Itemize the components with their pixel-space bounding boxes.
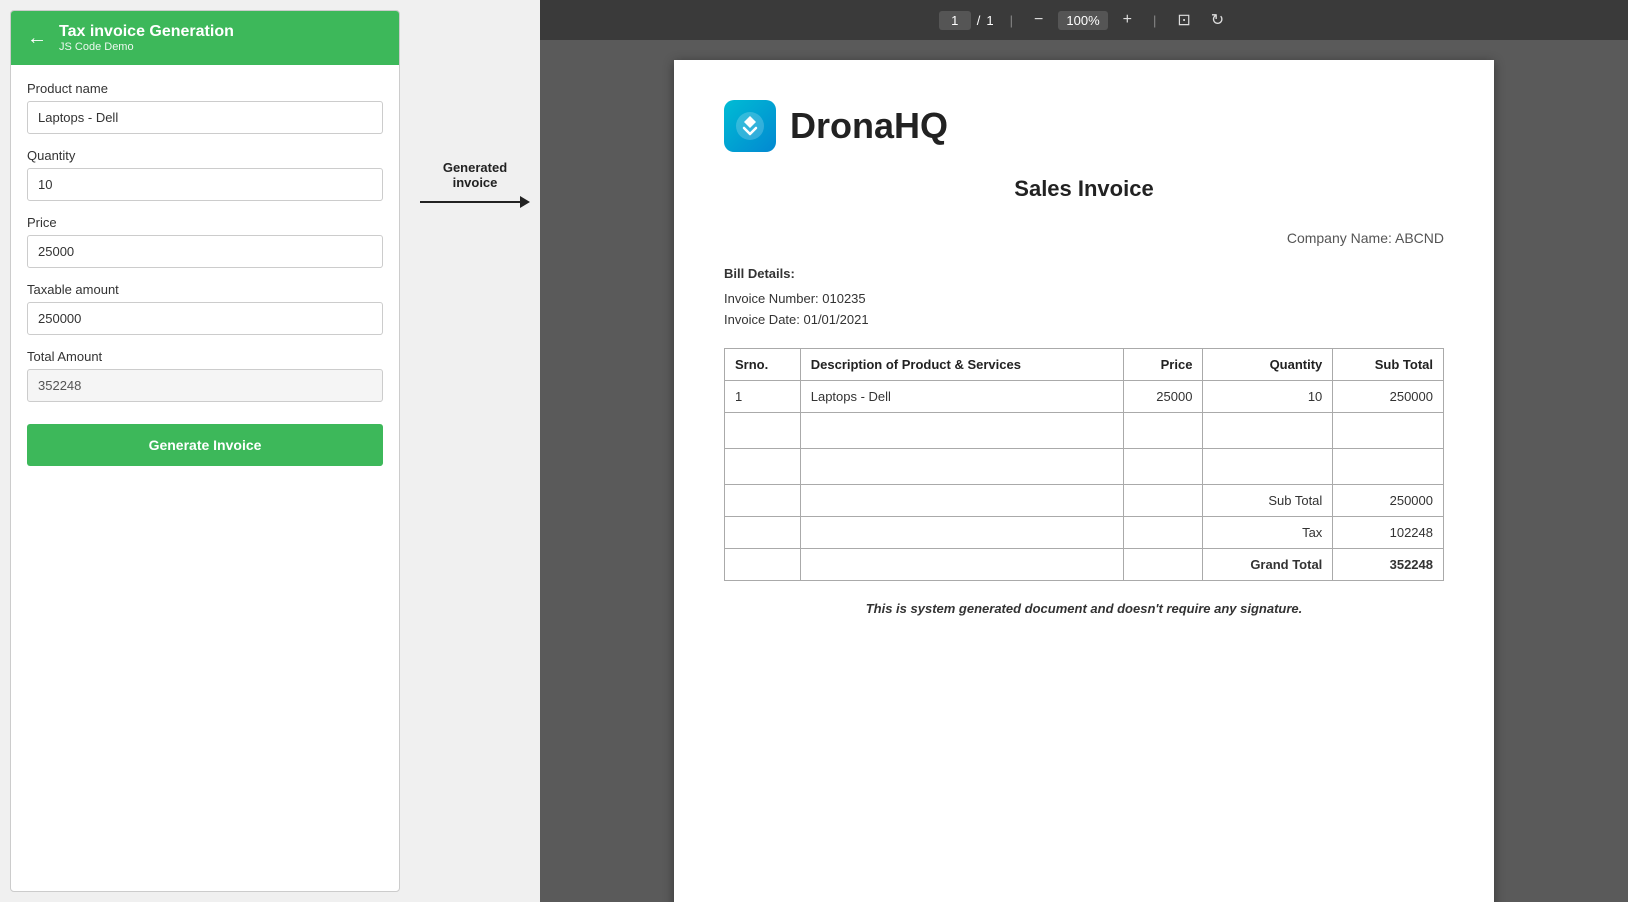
cell-srno: 1 — [725, 381, 801, 413]
empty-cell — [725, 449, 801, 485]
product-name-input[interactable] — [27, 101, 383, 134]
total-amount-label: Total Amount — [27, 349, 383, 364]
pdf-refresh-button[interactable]: ↻ — [1206, 8, 1229, 32]
company-logo — [724, 100, 776, 152]
empty-cell — [1333, 413, 1444, 449]
quantity-input[interactable] — [27, 168, 383, 201]
empty-cell — [725, 517, 801, 549]
arrow-shaft — [420, 201, 520, 203]
pdf-zoom-out-button[interactable]: − — [1029, 9, 1048, 31]
empty-cell — [1203, 413, 1333, 449]
company-name: DronaHQ — [790, 105, 948, 147]
pdf-zoom-display: 100% — [1058, 11, 1107, 30]
panel-header: ← Tax invoice Generation JS Code Demo — [11, 11, 399, 65]
taxable-amount-input[interactable] — [27, 302, 383, 335]
cell-price: 25000 — [1123, 381, 1203, 413]
price-field-group: Price — [27, 215, 383, 268]
generated-invoice-arrow: Generated invoice — [410, 160, 540, 208]
table-row-empty-2 — [725, 449, 1444, 485]
quantity-field-group: Quantity — [27, 148, 383, 201]
invoice-header: DronaHQ — [724, 100, 1444, 152]
col-description: Description of Product & Services — [800, 349, 1123, 381]
taxable-amount-label: Taxable amount — [27, 282, 383, 297]
pdf-fullscreen-button[interactable]: ⊡ — [1172, 8, 1195, 32]
pdf-toolbar: / 1 | − 100% + | ⊡ ↻ — [540, 0, 1628, 40]
empty-cell — [1333, 449, 1444, 485]
pdf-zoom-in-button[interactable]: + — [1118, 9, 1137, 31]
product-name-field-group: Product name — [27, 81, 383, 134]
pdf-content-area: DronaHQ Sales Invoice Company Name: ABCN… — [540, 40, 1628, 902]
cell-quantity: 10 — [1203, 381, 1333, 413]
invoice-number: Invoice Number: 010235 — [724, 289, 1444, 310]
bill-details: Bill Details: Invoice Number: 010235 Inv… — [724, 264, 1444, 330]
empty-cell — [725, 549, 801, 581]
invoice-table: Srno. Description of Product & Services … — [724, 348, 1444, 581]
summary-row-subtotal: Sub Total 250000 — [725, 485, 1444, 517]
pdf-page-controls: / 1 — [939, 11, 994, 30]
invoice-company-name: Company Name: ABCND — [724, 230, 1444, 246]
header-title: Tax invoice Generation — [59, 23, 234, 41]
header-subtitle: JS Code Demo — [59, 41, 234, 53]
panel-body: Product name Quantity Price Taxable amou… — [11, 65, 399, 891]
empty-cell — [725, 485, 801, 517]
pdf-separator-2: | — [1153, 13, 1156, 28]
left-panel: ← Tax invoice Generation JS Code Demo Pr… — [10, 10, 400, 892]
price-input[interactable] — [27, 235, 383, 268]
arrow-head — [520, 196, 530, 208]
quantity-label: Quantity — [27, 148, 383, 163]
system-note: This is system generated document and do… — [724, 601, 1444, 616]
empty-cell — [1123, 549, 1203, 581]
pdf-viewer-panel: / 1 | − 100% + | ⊡ ↻ DronaHQ — [540, 0, 1628, 902]
summary-grandtotal-value: 352248 — [1333, 549, 1444, 581]
summary-tax-value: 102248 — [1333, 517, 1444, 549]
summary-tax-label: Tax — [1203, 517, 1333, 549]
summary-subtotal-value: 250000 — [1333, 485, 1444, 517]
empty-cell — [800, 549, 1123, 581]
empty-cell — [800, 449, 1123, 485]
pdf-separator-1: | — [1010, 13, 1013, 28]
empty-cell — [1123, 517, 1203, 549]
bill-details-title: Bill Details: — [724, 264, 1444, 285]
cell-description: Laptops - Dell — [800, 381, 1123, 413]
back-button[interactable]: ← — [27, 27, 47, 50]
empty-cell — [1203, 449, 1333, 485]
pdf-page: DronaHQ Sales Invoice Company Name: ABCN… — [674, 60, 1494, 902]
pdf-page-total: 1 — [986, 13, 993, 28]
empty-cell — [800, 517, 1123, 549]
pdf-page-separator: / — [977, 13, 981, 28]
summary-subtotal-label: Sub Total — [1203, 485, 1333, 517]
invoice-title: Sales Invoice — [724, 176, 1444, 202]
arrow-label: Generated invoice — [420, 160, 530, 190]
pdf-page-input[interactable] — [939, 11, 971, 30]
table-row: 1 Laptops - Dell 25000 10 250000 — [725, 381, 1444, 413]
header-text: Tax invoice Generation JS Code Demo — [59, 23, 234, 53]
empty-cell — [1123, 449, 1203, 485]
empty-cell — [1123, 413, 1203, 449]
col-quantity: Quantity — [1203, 349, 1333, 381]
total-amount-input — [27, 369, 383, 402]
cell-row-subtotal: 250000 — [1333, 381, 1444, 413]
price-label: Price — [27, 215, 383, 230]
empty-cell — [800, 413, 1123, 449]
empty-cell — [1123, 485, 1203, 517]
col-srno: Srno. — [725, 349, 801, 381]
col-price: Price — [1123, 349, 1203, 381]
table-header-row: Srno. Description of Product & Services … — [725, 349, 1444, 381]
summary-row-grandtotal: Grand Total 352248 — [725, 549, 1444, 581]
summary-grandtotal-label: Grand Total — [1203, 549, 1333, 581]
taxable-amount-field-group: Taxable amount — [27, 282, 383, 335]
summary-row-tax: Tax 102248 — [725, 517, 1444, 549]
empty-cell — [800, 485, 1123, 517]
table-row-empty-1 — [725, 413, 1444, 449]
empty-cell — [725, 413, 801, 449]
col-subtotal: Sub Total — [1333, 349, 1444, 381]
invoice-date: Invoice Date: 01/01/2021 — [724, 310, 1444, 331]
product-name-label: Product name — [27, 81, 383, 96]
generate-invoice-button[interactable]: Generate Invoice — [27, 424, 383, 466]
total-amount-field-group: Total Amount — [27, 349, 383, 402]
arrow-line — [420, 196, 530, 208]
